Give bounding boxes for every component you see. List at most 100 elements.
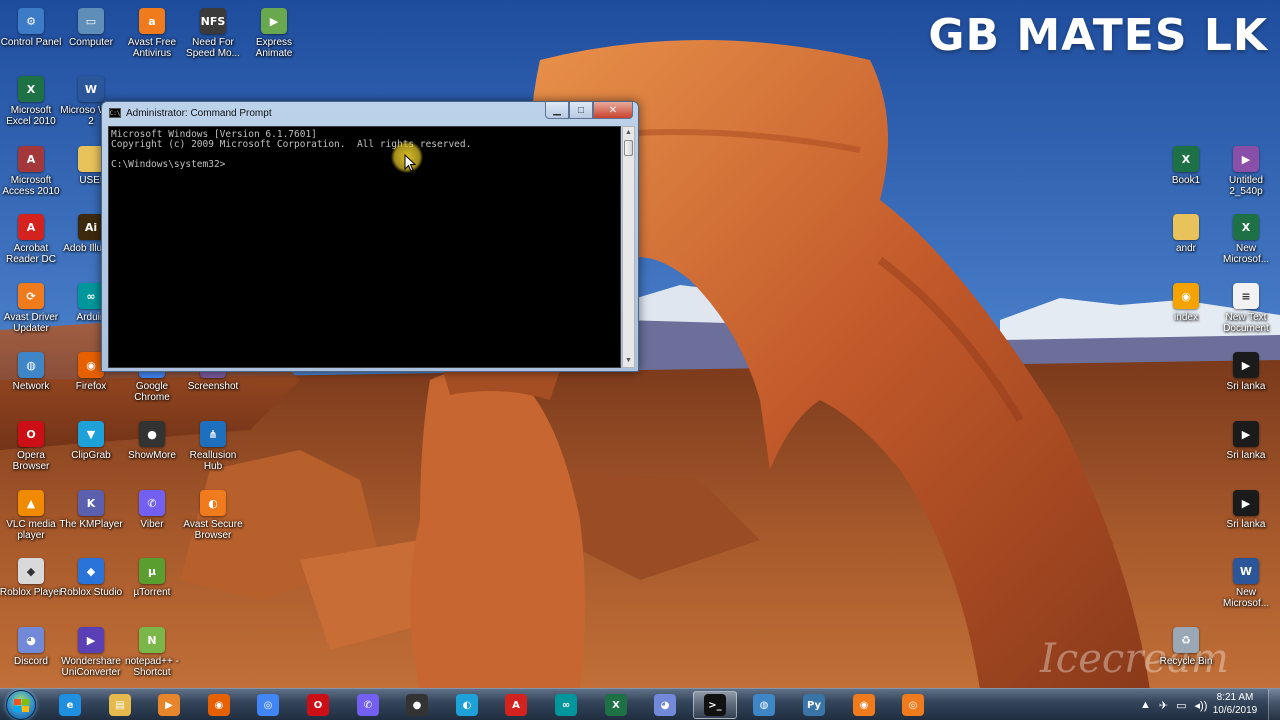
show-hidden-icons-icon[interactable]: ▲: [1140, 699, 1151, 711]
taskbar-app-button[interactable]: ◐: [445, 691, 489, 719]
vertical-scrollbar[interactable]: ▲ ▼: [622, 126, 635, 368]
desktop-icon[interactable]: ◍ Network: [0, 352, 62, 392]
desktop-icon[interactable]: ✆ Viber: [121, 490, 183, 530]
taskbar-app-button[interactable]: ●: [395, 691, 439, 719]
desktop-icon[interactable]: K The KMPlayer: [59, 490, 123, 530]
taskbar-app-button[interactable]: O: [296, 691, 340, 719]
flight-mode-icon[interactable]: ✈: [1159, 699, 1168, 712]
desktop-icon[interactable]: ♻ Recycle Bin: [1155, 627, 1217, 667]
desktop-icon[interactable]: a Avast Free Antivirus: [121, 8, 183, 59]
excel-icon: X: [605, 694, 627, 716]
taskbar-clock[interactable]: 8:21 AM 10/6/2019: [1206, 691, 1264, 717]
system-tray: ▲ ✈ ▭ ◂)): [1140, 689, 1215, 720]
desktop-icon-label: Avast Secure Browser: [183, 519, 243, 541]
scrollbar-thumb[interactable]: [624, 140, 633, 156]
video-file-icon: ▶: [1233, 146, 1259, 172]
command-prompt-window[interactable]: C:\ Administrator: Command Prompt ▁ □ ✕ …: [101, 101, 639, 372]
desktop-icon-label: Roblox Studio: [59, 587, 123, 598]
desktop-icon[interactable]: ≡ New Text Document: [1215, 283, 1277, 334]
maximize-button[interactable]: □: [569, 102, 593, 119]
mouse-pointer-icon: [404, 154, 416, 172]
desktop-icon[interactable]: ⚙ Control Panel: [0, 8, 62, 48]
start-button[interactable]: [6, 690, 36, 720]
desktop-icon[interactable]: ▶ Sri lanka: [1215, 421, 1277, 461]
network-globe-icon: ◍: [753, 694, 775, 716]
desktop-icon-label: Express Animate: [255, 37, 293, 59]
desktop-icon[interactable]: ◆ Roblox Player: [0, 558, 62, 598]
chrome-icon: ◎: [257, 694, 279, 716]
desktop-icon[interactable]: ▶ Wondershare UniConverter: [60, 627, 122, 678]
taskbar-app-button[interactable]: ◎: [246, 691, 290, 719]
avast-browser-icon: ◐: [200, 490, 226, 516]
kmplayer-icon: K: [78, 490, 104, 516]
desktop-icon[interactable]: ▭ Computer: [60, 8, 122, 48]
desktop-icon[interactable]: X Microsoft Excel 2010: [0, 76, 62, 127]
discord-icon: ◕: [654, 694, 676, 716]
desktop-icon[interactable]: O Opera Browser: [0, 421, 62, 472]
desktop-icon[interactable]: A Microsoft Access 2010: [0, 146, 62, 197]
excel-file-icon: X: [1173, 146, 1199, 172]
internet-explorer-icon: e: [59, 694, 81, 716]
desktop-icon[interactable]: X New Microsof...: [1215, 214, 1277, 265]
word-file-icon: W: [1233, 558, 1259, 584]
word-icon: W: [78, 76, 104, 102]
desktop-icon-label: Network: [12, 381, 50, 392]
taskbar-app-button[interactable]: X: [594, 691, 638, 719]
desktop-icon[interactable]: µ µTorrent: [121, 558, 183, 598]
file-explorer-icon: ▤: [109, 694, 131, 716]
taskbar-app-button[interactable]: Py: [792, 691, 836, 719]
desktop-icon-label: Sri lanka: [1226, 381, 1266, 392]
avast-driver-icon: ⟳: [18, 283, 44, 309]
scroll-down-icon[interactable]: ▼: [623, 355, 634, 367]
desktop-icon[interactable]: ◉ index: [1155, 283, 1217, 323]
desktop-icon[interactable]: ⋔ Reallusion Hub: [182, 421, 244, 472]
desktop-icon-label: Avast Free Antivirus: [127, 37, 177, 59]
console-line: Copyright (c) 2009 Microsoft Corporation…: [111, 139, 472, 150]
desktop-icon[interactable]: ▲ VLC media player: [0, 490, 62, 541]
close-button[interactable]: ✕: [593, 102, 633, 119]
desktop-icon[interactable]: ◆ Roblox Studio: [60, 558, 122, 598]
taskbar-app-button[interactable]: ◉: [197, 691, 241, 719]
folder-icon: [1173, 214, 1199, 240]
desktop-icon[interactable]: ◕ Discord: [0, 627, 62, 667]
taskbar-app-button[interactable]: ◕: [643, 691, 687, 719]
taskbar-app-button[interactable]: ◉: [842, 691, 886, 719]
show-desktop-button[interactable]: [1268, 689, 1280, 720]
taskbar-app-button[interactable]: ∞: [544, 691, 588, 719]
taskbar-app-button[interactable]: ▶: [147, 691, 191, 719]
desktop-icon-label: VLC media player: [6, 519, 56, 541]
minimize-button[interactable]: ▁: [545, 102, 569, 119]
console-output[interactable]: Microsoft Windows [Version 6.1.7601] Copy…: [108, 126, 621, 368]
desktop-icon-label: ClipGrab: [71, 450, 111, 461]
desktop-icon[interactable]: ▶ Untitled 2_540p: [1215, 146, 1277, 197]
desktop-icon-label: µTorrent: [133, 587, 171, 598]
taskbar-app-button[interactable]: ✆: [346, 691, 390, 719]
window-titlebar[interactable]: C:\ Administrator: Command Prompt ▁ □ ✕: [102, 102, 638, 124]
desktop-icon[interactable]: ▶ Express Animate: [243, 8, 305, 59]
desktop-icon[interactable]: ▶ Sri lanka: [1215, 490, 1277, 530]
desktop-icon[interactable]: ▼ ClipGrab: [60, 421, 122, 461]
taskbar-app-button[interactable]: ◎: [891, 691, 935, 719]
desktop-icon[interactable]: X Book1: [1155, 146, 1217, 186]
desktop-icon[interactable]: ● ShowMore: [121, 421, 183, 461]
acrobat-icon: A: [505, 694, 527, 716]
access-icon: A: [18, 146, 44, 172]
battery-icon[interactable]: ▭: [1176, 699, 1186, 712]
desktop-icon[interactable]: W New Microsof...: [1215, 558, 1277, 609]
desktop-icon[interactable]: A Acrobat Reader DC: [0, 214, 62, 265]
taskbar-app-button[interactable]: e: [48, 691, 92, 719]
taskbar-app-button[interactable]: ◍: [742, 691, 786, 719]
channel-watermark: GB MATES LK: [928, 10, 1268, 61]
desktop-icon[interactable]: ◐ Avast Secure Browser: [182, 490, 244, 541]
desktop-icon[interactable]: NFS Need For Speed Mo...: [182, 8, 244, 59]
video-file-icon: ▶: [1233, 352, 1259, 378]
taskbar-app-button[interactable]: >_: [693, 691, 737, 719]
desktop-icon-label: Firefox: [75, 381, 107, 392]
scroll-up-icon[interactable]: ▲: [623, 127, 634, 139]
desktop-icon[interactable]: ▶ Sri lanka: [1215, 352, 1277, 392]
desktop-icon[interactable]: ⟳ Avast Driver Updater: [0, 283, 62, 334]
desktop-icon[interactable]: Nnotepad++ - Shortcut: [121, 627, 183, 678]
desktop-icon[interactable]: andr: [1155, 214, 1217, 254]
taskbar-app-button[interactable]: A: [494, 691, 538, 719]
taskbar-app-button[interactable]: ▤: [98, 691, 142, 719]
